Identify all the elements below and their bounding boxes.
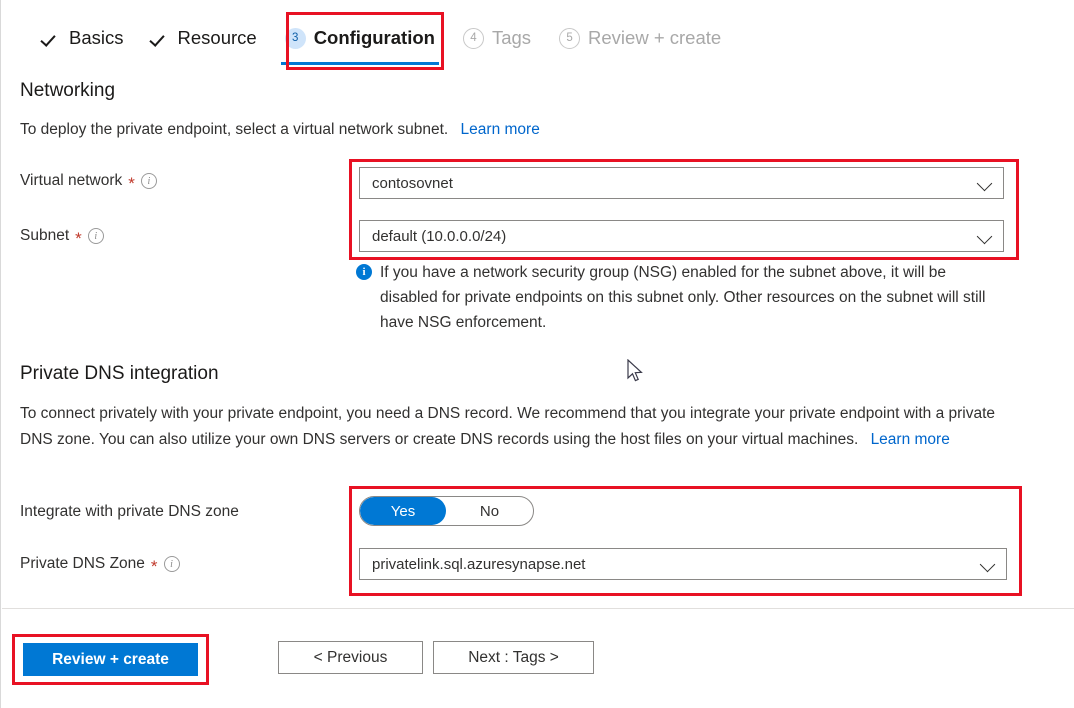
private-dns-heading: Private DNS integration [20,363,219,384]
tab-resource-label: Resource [177,27,257,48]
tab-review-create-label: Review + create [588,27,722,48]
tab-configuration[interactable]: 3 Configuration [271,22,449,65]
subnet-label: Subnet * i [20,227,104,247]
virtual-network-label: Virtual network * i [20,172,157,192]
toggle-option-yes[interactable]: Yes [360,497,446,525]
active-tab-underline [280,62,439,65]
networking-description: To deploy the private endpoint, select a… [20,118,540,142]
private-dns-zone-label: Private DNS Zone * i [20,555,180,575]
private-dns-zone-value: privatelink.sql.azuresynapse.net [372,555,586,573]
private-dns-zone-label-text: Private DNS Zone [20,555,145,572]
mouse-cursor [627,359,643,382]
check-icon [43,29,61,47]
tab-tags[interactable]: 4 Tags [449,22,545,54]
tab-basics[interactable]: Basics [29,22,138,54]
nsg-info-callout: i If you have a network security group (… [356,260,1000,335]
tab-tags-label: Tags [491,27,532,48]
tab-basics-label: Basics [69,27,124,48]
virtual-network-dropdown[interactable]: contosovnet [359,167,1004,199]
next-tags-button[interactable]: Next : Tags > [433,641,594,674]
networking-description-text: To deploy the private endpoint, select a… [20,121,449,138]
step-number-badge: 3 [284,27,306,49]
private-dns-description-text: To connect privately with your private e… [20,405,996,448]
step-number-badge: 5 [559,27,581,49]
virtual-network-value: contosovnet [372,174,453,192]
integrate-dns-zone-label-text: Integrate with private DNS zone [20,503,239,520]
check-icon [152,29,170,47]
subnet-value: default (10.0.0.0/24) [372,227,507,245]
info-icon[interactable]: i [140,173,157,189]
wizard-tab-bar: Basics Resource 3 Configuration 4 Tags 5… [1,0,1074,70]
chevron-down-icon [980,556,996,572]
private-dns-zone-dropdown[interactable]: privatelink.sql.azuresynapse.net [359,548,1007,580]
info-filled-icon: i [356,264,372,280]
virtual-network-label-text: Virtual network [20,172,123,189]
tab-review-create[interactable]: 5 Review + create [545,22,735,54]
tab-configuration-label: Configuration [313,27,435,48]
networking-learn-more-link[interactable]: Learn more [461,121,540,138]
subnet-label-text: Subnet [20,227,70,244]
tab-resource[interactable]: Resource [138,22,271,54]
toggle-option-no[interactable]: No [446,497,533,525]
private-dns-description: To connect privately with your private e… [20,401,1020,453]
footer-divider [2,608,1074,609]
info-icon[interactable]: i [87,228,104,244]
chevron-down-icon [977,175,993,191]
integrate-dns-zone-toggle[interactable]: Yes No [359,496,534,526]
chevron-down-icon [977,228,993,244]
networking-heading: Networking [20,80,116,101]
integrate-dns-zone-label: Integrate with private DNS zone [20,503,239,521]
nsg-notice-text: If you have a network security group (NS… [380,264,986,331]
info-icon[interactable]: i [163,556,180,572]
review-create-button[interactable]: Review + create [23,643,198,676]
step-number-badge: 4 [462,27,484,49]
subnet-dropdown[interactable]: default (10.0.0.0/24) [359,220,1004,252]
previous-button[interactable]: < Previous [278,641,423,674]
azure-private-endpoint-wizard: Basics Resource 3 Configuration 4 Tags 5… [0,0,1074,708]
private-dns-learn-more-link[interactable]: Learn more [871,431,950,448]
